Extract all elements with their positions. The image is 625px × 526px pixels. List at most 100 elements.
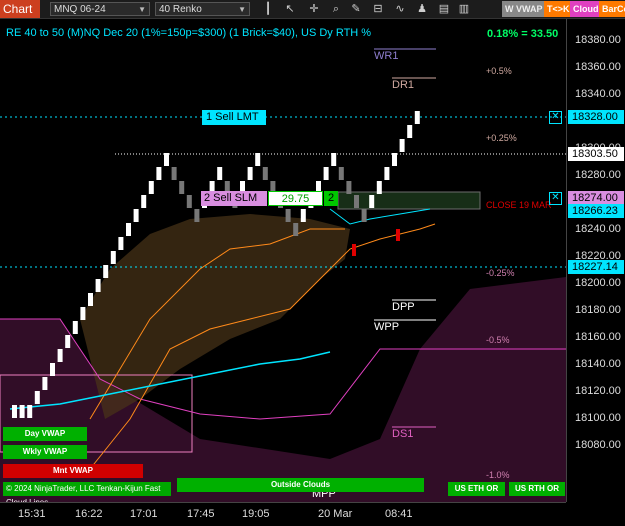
renko-brick [65, 335, 71, 348]
day-vwap-line [329, 208, 431, 225]
signal-down-marker [352, 244, 356, 256]
renko-brick [27, 405, 33, 418]
instrument-selector[interactable]: MNQ 06-24 ▼ [50, 2, 150, 16]
renko-brick [414, 111, 420, 124]
tk-button[interactable]: T<>K [544, 1, 573, 17]
renko-brick [34, 391, 40, 404]
price-axis[interactable]: 18380.0018360.0018340.0018320.0018300.00… [566, 19, 625, 502]
price-tick-label: 18180.00 [575, 304, 621, 316]
last-price-tag: 18303.50 [568, 147, 624, 161]
renko-brick [164, 153, 169, 166]
time-tick-label: 08:41 [385, 508, 413, 520]
price-tick-label: 18120.00 [575, 385, 621, 397]
renko-brick [133, 209, 139, 222]
pnl-readout: 0.18% = 33.50 [487, 28, 559, 40]
pct-plus-05-label: +0.5% [486, 66, 512, 76]
mnt-vwap-button[interactable]: Mnt VWAP [3, 464, 143, 478]
renko-brick [376, 181, 382, 194]
bar-type-label: 40 Renko [159, 4, 202, 15]
chart-title: Chart [0, 0, 40, 18]
pencil-icon[interactable]: ✎ [350, 3, 362, 15]
price-tick-label: 18280.00 [575, 169, 621, 181]
renko-brick [346, 181, 352, 194]
wkly-vwap-button[interactable]: Wkly VWAP [3, 445, 87, 459]
renko-brick [186, 195, 192, 208]
renko-brick [331, 153, 337, 166]
price-tick-label: 18340.00 [575, 88, 621, 100]
sell-lmt-order[interactable]: 1 Sell LMT [202, 110, 266, 125]
renko-brick [361, 209, 367, 222]
sell-lmt-price-tag: 18328.00 [568, 110, 624, 124]
renko-brick [384, 167, 390, 180]
price-tick-label: 18360.00 [575, 61, 621, 73]
close-zone [337, 191, 481, 210]
drawing-objects-icon[interactable]: ⊟ [372, 3, 384, 15]
time-axis[interactable]: 15:31 16:22 17:01 17:45 19:05 20 Mar 08:41 [0, 502, 566, 526]
price-tick-label: 18140.00 [575, 358, 621, 370]
us-eth-or-button[interactable]: US ETH OR [448, 482, 505, 496]
renko-brick [72, 321, 78, 334]
strategies-icon[interactable]: ♟ [416, 3, 428, 15]
renko-brick [369, 195, 375, 208]
bar-type-selector[interactable]: 40 Renko ▼ [155, 2, 250, 16]
renko-brick [103, 265, 109, 278]
chart-trader-icon[interactable]: ▤ [438, 3, 450, 15]
signal-down-marker [396, 229, 400, 241]
w-vwap-button[interactable]: W VWAP [502, 1, 546, 17]
renko-brick [57, 349, 63, 362]
renko-brick [171, 167, 177, 180]
indicators-icon[interactable]: ∿ [394, 3, 406, 15]
slm-qty-field[interactable]: 2 [324, 191, 338, 206]
sell-slm-order[interactable]: 2 Sell SLM [201, 191, 267, 206]
time-tick-label: 16:22 [75, 508, 103, 520]
renko-brick [217, 167, 223, 180]
us-rth-or-button[interactable]: US RTH OR [509, 482, 565, 496]
properties-icon[interactable]: ▥ [458, 3, 470, 15]
pointer-icon[interactable]: ↖ [284, 3, 296, 15]
price-tick-label: 18100.00 [575, 412, 621, 424]
pct-minus-05-label: -0.5% [486, 335, 510, 345]
renko-brick [42, 377, 48, 390]
renko-brick [80, 307, 86, 320]
slm-price-field[interactable]: 29.75 [268, 191, 323, 206]
zoom-icon[interactable]: ⌕ [330, 3, 342, 15]
bars-icon[interactable]: ┃ [262, 3, 274, 15]
time-tick-label: 17:01 [130, 508, 158, 520]
renko-brick [126, 223, 131, 236]
price-tick-label: 18200.00 [575, 277, 621, 289]
close-label: CLOSE 19 MAR [486, 200, 552, 210]
wr1-label: WR1 [374, 50, 399, 62]
cloud-button[interactable]: Cloud [570, 1, 602, 17]
pct-minus-025-label: -0.25% [486, 268, 515, 278]
chart-description: RE 40 to 50 (M)NQ Dec 20 (1%=150p=$300) … [6, 27, 372, 39]
chart-toolbar: Chart MNQ 06-24 ▼ 40 Renko ▼ ┃ ↖ ✛ ⌕ ✎ ⊟ ∿… [0, 0, 625, 19]
renko-brick [95, 279, 101, 292]
renko-brick [323, 167, 329, 180]
instrument-label: MNQ 06-24 [54, 4, 106, 15]
renko-brick [354, 195, 359, 208]
price-tick-label: 18160.00 [575, 331, 621, 343]
barco-button[interactable]: BarCo [599, 1, 625, 17]
renko-brick [255, 153, 261, 166]
close-icon[interactable]: ✕ [549, 192, 562, 205]
renko-brick [285, 209, 291, 222]
day-vwap-button[interactable]: Day VWAP [3, 427, 87, 441]
outside-clouds-button[interactable]: Outside Clouds [177, 478, 424, 492]
renko-brick [247, 167, 253, 180]
crosshair-icon[interactable]: ✛ [308, 3, 320, 15]
renko-brick [50, 363, 55, 376]
price-tick-label: 18080.00 [575, 439, 621, 451]
chart-panel[interactable]: RE 40 to 50 (M)NQ Dec 20 (1%=150p=$300) … [0, 19, 566, 502]
renko-brick [399, 139, 405, 152]
bid-price-tag: 18266.23 [568, 204, 624, 218]
renko-brick [88, 293, 93, 306]
close-icon[interactable]: ✕ [549, 111, 562, 124]
pct-plus-025-label: +0.25% [486, 133, 517, 143]
renko-brick [338, 167, 344, 180]
pct-minus-1-label: -1.0% [486, 470, 510, 480]
price-tick-label: 18380.00 [575, 34, 621, 46]
lower-price-tag: 18227.14 [568, 260, 624, 274]
renko-brick [392, 153, 397, 166]
tenkan-kijun-button[interactable]: © 2024 NinjaTrader, LLC Tenkan-Kijun Fas… [3, 482, 171, 502]
renko-brick [262, 167, 268, 180]
